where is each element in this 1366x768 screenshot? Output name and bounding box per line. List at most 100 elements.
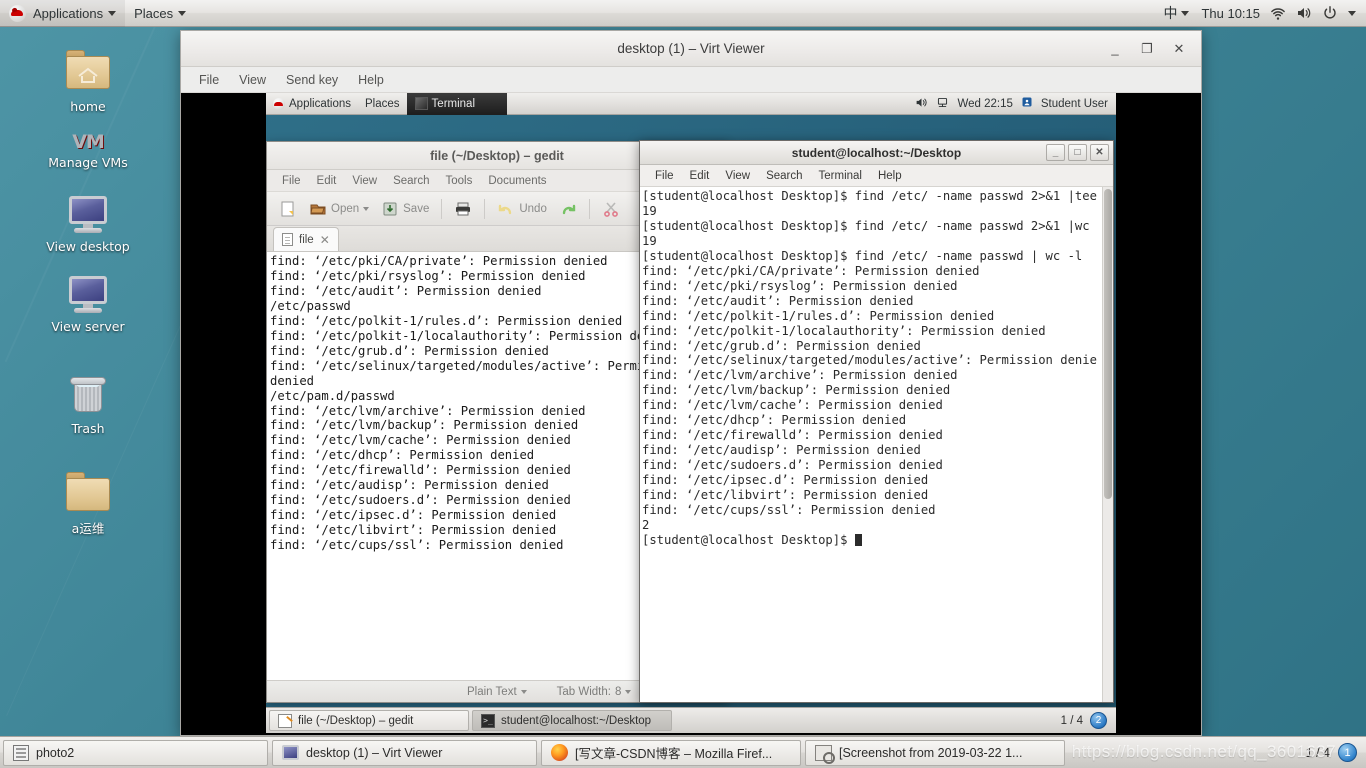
gedit-menu-file[interactable]: File [275,173,308,189]
screenshot-icon [815,745,832,761]
taskbar-item-label: [写文章-CSDN博客 – Mozilla Firef... [575,743,772,762]
taskbar-item-photo2[interactable]: photo2 [3,740,268,766]
terminal-menu-edit[interactable]: Edit [683,168,717,184]
save-button[interactable]: Save [377,198,433,220]
guest-taskbar: file (~/Desktop) – gedit >_ student@loca… [266,707,1116,733]
taskbar-item-label: desktop (1) – Virt Viewer [306,746,442,760]
menu-send-key[interactable]: Send key [278,70,346,90]
gedit-menu-tools[interactable]: Tools [439,173,480,189]
desktop-icon-a-yunwei[interactable]: a运维 [33,470,143,536]
gedit-menu-edit[interactable]: Edit [310,173,344,189]
menu-help[interactable]: Help [350,70,392,90]
toolbar-separator [589,199,590,219]
desktop-icon-label: home [33,100,143,114]
menu-file[interactable]: File [191,70,227,90]
gedit-title-label: file (~/Desktop) – gedit [430,149,564,163]
desktop-icon-view-server[interactable]: View server [33,268,143,334]
guest-network-icon[interactable] [936,96,949,112]
language-selector[interactable]: Plain Text [467,686,527,698]
close-button[interactable]: ✕ [1171,41,1187,57]
menu-view[interactable]: View [231,70,274,90]
guest-workspace-badge[interactable]: 2 [1090,712,1107,729]
guest-taskbar-item-terminal[interactable]: >_ student@localhost:~/Desktop [472,710,672,731]
taskbar-item-virt-viewer[interactable]: desktop (1) – Virt Viewer [272,740,537,766]
places-menu[interactable]: Places [125,0,195,27]
monitor-icon [64,188,112,236]
toolbar-separator [484,199,485,219]
home-glyph [76,66,100,84]
input-method-indicator[interactable]: 中 [1161,3,1191,23]
trash-icon [64,370,112,418]
desktop-icon-label: Trash [33,422,143,436]
terminal-maximize-button[interactable]: □ [1068,144,1087,161]
open-button[interactable]: Open [305,198,373,220]
chevron-down-icon [1181,11,1189,16]
new-document-button[interactable] [275,198,301,220]
wifi-icon[interactable] [1270,5,1286,21]
cut-button[interactable] [598,198,624,220]
gedit-menu-search[interactable]: Search [386,173,436,189]
taskbar-item-screenshot[interactable]: [Screenshot from 2019-03-22 1... [805,740,1065,766]
desktop-icon-view-desktop[interactable]: View desktop [33,188,143,254]
terminal-menu-help[interactable]: Help [871,168,909,184]
guest-workspace-indicator: 1 / 4 2 [1061,712,1113,729]
desktop-icon-manage-vms[interactable]: VM Manage VMs [33,118,143,170]
virt-viewer-titlebar[interactable]: desktop (1) – Virt Viewer _ ❐ ✕ [181,31,1201,67]
gedit-tab-label: file [299,234,314,246]
guest-taskbar-item-label: student@localhost:~/Desktop [501,715,651,727]
monitor-icon [282,745,299,760]
terminal-icon [415,97,428,110]
guest-taskbar-item-gedit[interactable]: file (~/Desktop) – gedit [269,710,469,731]
save-button-label: Save [403,203,429,215]
terminal-icon: >_ [481,714,495,728]
redhat-logo-icon [273,98,285,110]
tab-width-selector[interactable]: Tab Width: 8 [557,686,632,698]
taskbar-item-firefox[interactable]: [写文章-CSDN博客 – Mozilla Firef... [541,740,801,766]
host-workspace-badge[interactable]: 1 [1338,743,1357,762]
terminal-menu-search[interactable]: Search [759,168,809,184]
guest-window-task-terminal[interactable]: Terminal [407,93,507,115]
language-label: Plain Text [467,686,517,698]
guest-user-label[interactable]: Student User [1041,98,1108,110]
terminal-minimize-button[interactable]: _ [1046,144,1065,161]
gedit-menu-documents[interactable]: Documents [481,173,553,189]
guest-clock[interactable]: Wed 22:15 [957,98,1012,110]
terminal-menu-view[interactable]: View [718,168,757,184]
terminal-scrollbar[interactable] [1102,187,1113,702]
maximize-button[interactable]: ❐ [1139,41,1155,57]
gedit-tab-file[interactable]: file ✕ [273,227,339,251]
volume-icon[interactable] [1296,5,1312,21]
terminal-menu-terminal[interactable]: Terminal [812,168,869,184]
desktop-icon-home[interactable]: home [33,48,143,114]
terminal-output-text: [student@localhost Desktop]$ find /etc/ … [642,189,1097,547]
home-folder-icon [64,48,112,96]
terminal-window: student@localhost:~/Desktop _ □ ✕ File E… [639,140,1114,703]
clock[interactable]: Thu 10:15 [1201,6,1260,21]
power-icon[interactable] [1322,5,1338,21]
redo-button[interactable] [555,198,581,220]
print-button[interactable] [450,198,476,220]
terminal-output[interactable]: [student@localhost Desktop]$ find /etc/ … [640,187,1102,702]
chevron-down-icon[interactable] [1348,11,1356,16]
undo-button-label: Undo [519,203,547,215]
chevron-down-icon [108,11,116,16]
applications-menu[interactable]: Applications [0,0,125,27]
gedit-menu-view[interactable]: View [345,173,384,189]
guest-volume-icon[interactable] [915,96,928,112]
terminal-menubar: File Edit View Search Terminal Help [640,165,1113,187]
virt-viewer-canvas[interactable]: Applications Places Terminal Wed 22 [181,93,1201,735]
minimize-button[interactable]: _ [1107,41,1123,57]
terminal-titlebar[interactable]: student@localhost:~/Desktop _ □ ✕ [640,141,1113,165]
desktop-icon-trash[interactable]: Trash [33,370,143,436]
scrollbar-thumb[interactable] [1104,189,1112,499]
terminal-menu-file[interactable]: File [648,168,681,184]
host-top-panel: Applications Places 中 Thu 10:15 [0,0,1366,27]
host-workspace-indicator: 1 / 4 1 [1306,743,1363,762]
terminal-close-button[interactable]: ✕ [1090,144,1109,161]
close-icon[interactable]: ✕ [320,233,330,247]
terminal-window-controls: _ □ ✕ [1046,144,1113,161]
chevron-down-icon[interactable] [363,207,369,211]
guest-places-menu[interactable]: Places [358,93,407,115]
guest-applications-label: Applications [289,98,351,110]
guest-applications-menu[interactable]: Applications [266,93,358,115]
